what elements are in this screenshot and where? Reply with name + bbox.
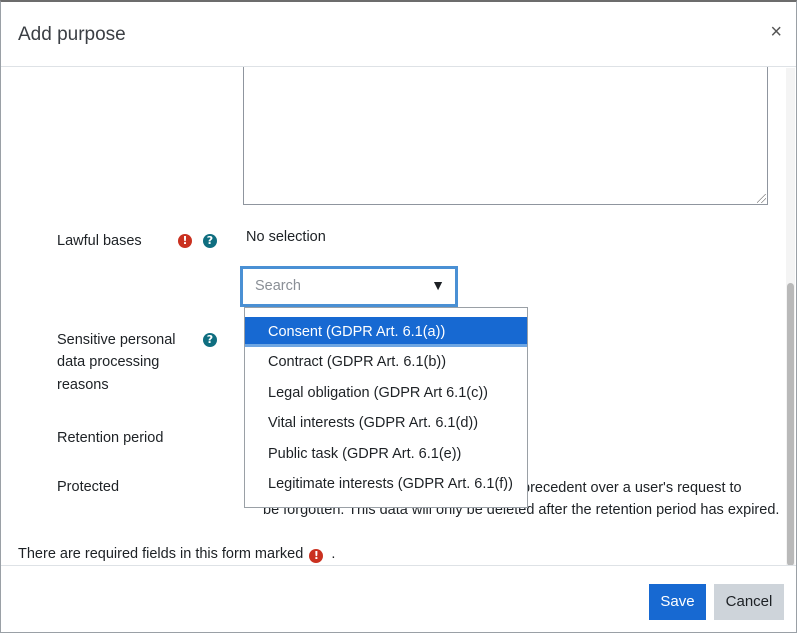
protected-text-line-1: precedent over a user's request to bbox=[522, 480, 742, 496]
option-legal-obligation[interactable]: Legal obligation (GDPR Art 6.1(c)) bbox=[245, 378, 527, 408]
resize-handle[interactable] bbox=[757, 194, 766, 203]
option-consent[interactable]: Consent (GDPR Art. 6.1(a)) bbox=[245, 317, 527, 347]
modal-footer: Save Cancel bbox=[1, 565, 796, 634]
required-fields-note: There are required fields in this form m… bbox=[18, 546, 335, 563]
description-textarea[interactable] bbox=[243, 67, 768, 205]
lawful-bases-label: Lawful bases bbox=[57, 233, 142, 249]
scrollbar-thumb[interactable] bbox=[787, 283, 794, 566]
sensitive-label-line-1: Sensitive personal bbox=[57, 332, 176, 348]
retention-period-label: Retention period bbox=[57, 430, 164, 446]
required-note-text: There are required fields in this form m… bbox=[18, 546, 304, 562]
modal-header: Add purpose × bbox=[1, 2, 796, 67]
add-purpose-modal: Add purpose × Lawful bases ! ? No select… bbox=[0, 0, 797, 633]
help-icon[interactable]: ? bbox=[203, 234, 217, 248]
lawful-bases-selection: No selection bbox=[246, 229, 326, 245]
option-vital-interests[interactable]: Vital interests (GDPR Art. 6.1(d)) bbox=[245, 408, 527, 438]
required-icon: ! bbox=[309, 549, 324, 563]
modal-body: Lawful bases ! ? No selection ▼ Sensitiv… bbox=[1, 67, 796, 564]
option-public-task[interactable]: Public task (GDPR Art. 6.1(e)) bbox=[245, 439, 527, 469]
sensitive-label-line-2: data processing bbox=[57, 354, 160, 370]
option-legitimate-interests[interactable]: Legitimate interests (GDPR Art. 6.1(f)) bbox=[245, 469, 527, 499]
required-icon: ! bbox=[178, 234, 192, 248]
required-note-suffix: . bbox=[331, 546, 336, 562]
cancel-button[interactable]: Cancel bbox=[714, 584, 784, 620]
protected-label: Protected bbox=[57, 479, 120, 495]
lawful-bases-dropdown: Consent (GDPR Art. 6.1(a)) Contract (GDP… bbox=[244, 307, 528, 508]
modal-title: Add purpose bbox=[18, 24, 126, 45]
modal-scrollbar[interactable] bbox=[786, 68, 795, 566]
close-icon[interactable]: × bbox=[770, 22, 782, 42]
save-button[interactable]: Save bbox=[649, 584, 706, 620]
option-contract[interactable]: Contract (GDPR Art. 6.1(b)) bbox=[245, 347, 527, 377]
help-icon[interactable]: ? bbox=[203, 333, 217, 347]
search-input[interactable] bbox=[255, 278, 415, 294]
lawful-bases-search-box[interactable]: ▼ bbox=[240, 266, 458, 307]
sensitive-label-line-3: reasons bbox=[57, 377, 109, 393]
dropdown-arrow-icon[interactable]: ▼ bbox=[431, 277, 445, 293]
